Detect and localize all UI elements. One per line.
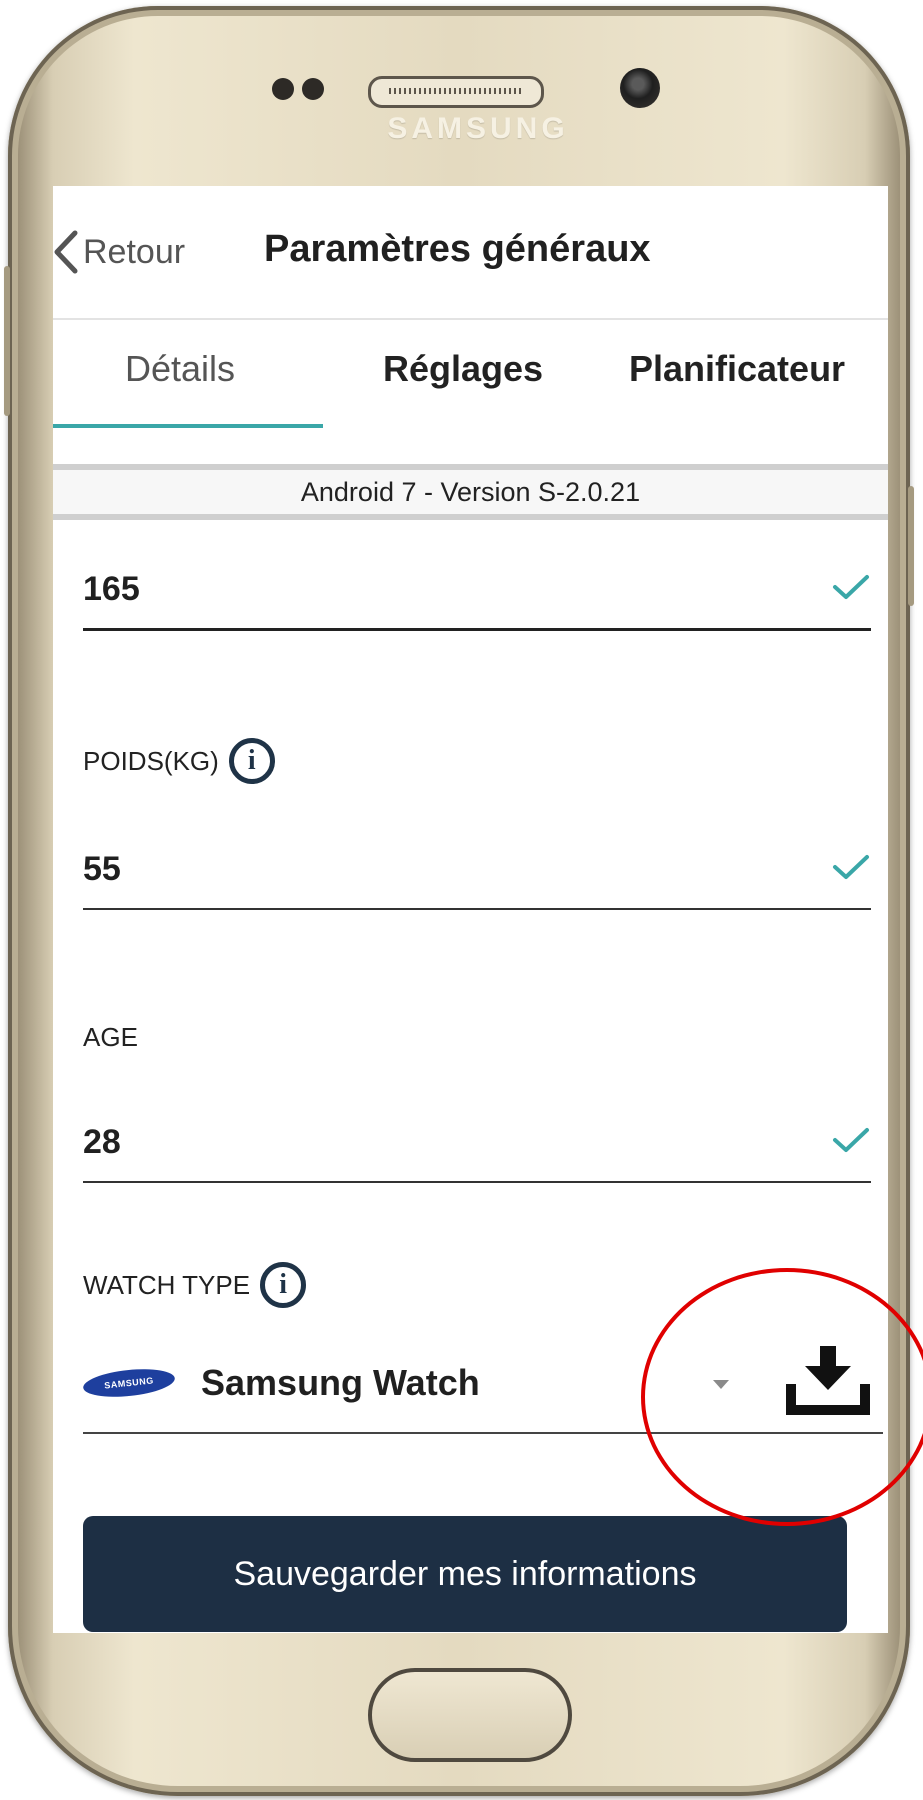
- front-camera: [620, 68, 660, 108]
- check-icon: [833, 855, 869, 879]
- weight-label: POIDS(KG) i: [83, 738, 275, 784]
- download-icon[interactable]: [785, 1344, 871, 1416]
- info-icon[interactable]: i: [228, 738, 275, 784]
- back-button[interactable]: Retour: [53, 224, 185, 280]
- watch-type-value[interactable]: Samsung Watch: [201, 1362, 480, 1404]
- power-button: [908, 486, 914, 606]
- height-field[interactable]: 165: [83, 558, 871, 631]
- age-field[interactable]: 28: [83, 1111, 871, 1183]
- age-value: 28: [83, 1123, 121, 1161]
- height-value: 165: [83, 570, 140, 608]
- weight-field[interactable]: 55: [83, 838, 871, 910]
- weight-value: 55: [83, 850, 121, 888]
- age-label: AGE: [83, 1022, 138, 1053]
- weight-label-text: POIDS(KG): [83, 745, 219, 776]
- watch-type-select[interactable]: SAMSUNG Samsung Watch: [81, 1336, 883, 1434]
- info-icon[interactable]: i: [260, 1262, 307, 1308]
- back-label: Retour: [83, 232, 186, 271]
- volume-button: [4, 266, 10, 416]
- chevron-left-icon: [54, 230, 78, 274]
- watch-type-label-text: WATCH TYPE: [83, 1269, 251, 1300]
- app-header: Retour Paramètres généraux: [53, 186, 888, 320]
- save-button[interactable]: Sauvegarder mes informations: [83, 1516, 847, 1632]
- tab-scheduler[interactable]: Planificateur: [629, 348, 845, 390]
- earpiece-speaker: [368, 76, 544, 108]
- samsung-logo: SAMSUNG: [81, 1365, 177, 1401]
- device-brand: SAMSUNG: [387, 112, 569, 145]
- check-icon: [833, 1128, 869, 1152]
- check-icon: [833, 575, 869, 599]
- age-label-text: AGE: [83, 1022, 138, 1052]
- home-button[interactable]: [368, 1668, 572, 1762]
- sensor-dot: [272, 78, 294, 100]
- tab-settings[interactable]: Réglages: [383, 348, 543, 390]
- tab-bar: Détails Réglages Planificateur: [53, 320, 888, 430]
- app-screen: Retour Paramètres généraux Détails Régla…: [53, 186, 888, 1633]
- sensor-dot: [302, 78, 324, 100]
- tab-details[interactable]: Détails: [125, 348, 235, 390]
- dropdown-arrow-icon[interactable]: [713, 1380, 729, 1389]
- active-tab-indicator: [53, 424, 323, 428]
- phone-frame: SAMSUNG Retour Paramètres généraux Détai…: [4, 6, 914, 1796]
- page-title: Paramètres généraux: [264, 228, 651, 270]
- watch-type-label: WATCH TYPE i: [83, 1262, 307, 1308]
- version-banner: Android 7 - Version S-2.0.21: [53, 464, 888, 520]
